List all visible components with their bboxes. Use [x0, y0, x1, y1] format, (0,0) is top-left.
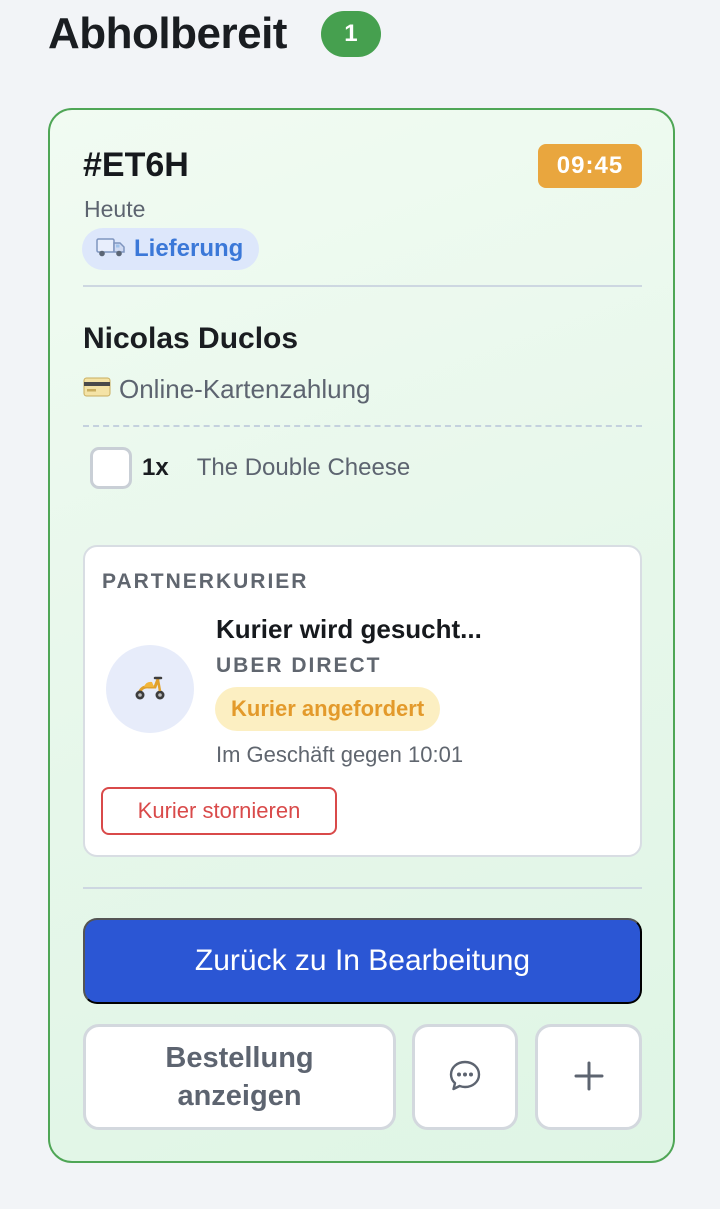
courier-section-title: PARTNERKURIER	[102, 570, 309, 593]
plus-icon	[573, 1060, 605, 1095]
courier-provider: UBER DIRECT	[216, 654, 382, 677]
dashed-divider	[83, 425, 642, 427]
list-item: 1x The Double Cheese	[90, 446, 410, 490]
courier-avatar	[106, 645, 194, 733]
section-title: Abholbereit	[48, 9, 287, 58]
courier-eta: Im Geschäft gegen 10:01	[216, 742, 464, 767]
order-card[interactable]: #ET6H 09:45 Heute Lieferung Nicolas Ducl…	[48, 108, 675, 1163]
order-count-badge: 1	[320, 11, 381, 57]
scooter-icon	[133, 672, 167, 707]
item-checkbox[interactable]	[90, 447, 132, 489]
view-order-button[interactable]: Bestellung anzeigen	[83, 1024, 396, 1130]
item-quantity: 1x	[142, 454, 169, 481]
item-name: The Double Cheese	[196, 454, 411, 481]
page: Abholbereit 1 #ET6H 09:45 Heute Lieferun…	[0, 0, 720, 1209]
back-to-processing-button[interactable]: Zurück zu In Bearbeitung	[83, 918, 642, 1004]
courier-status-badge: Kurier angefordert	[215, 687, 441, 731]
credit-card-icon	[83, 377, 111, 402]
divider	[83, 285, 642, 287]
payment-label: Online-Kartenzahlung	[119, 374, 371, 404]
order-type-pill: Lieferung	[82, 228, 260, 270]
order-day: Heute	[84, 196, 146, 222]
cancel-courier-button[interactable]: Kurier stornieren	[101, 787, 337, 835]
section-header: Abholbereit 1	[48, 6, 381, 62]
order-type-label: Lieferung	[134, 235, 244, 262]
courier-panel: PARTNERKURIER Kurier wird gesucht... UBE…	[83, 545, 642, 857]
view-order-label: Bestellung anzeigen	[165, 1042, 314, 1112]
add-button[interactable]	[535, 1024, 642, 1130]
divider	[83, 887, 642, 889]
truck-icon	[96, 236, 126, 263]
payment-method: Online-Kartenzahlung	[83, 374, 371, 405]
order-time-badge: 09:45	[538, 144, 642, 188]
customer-name: Nicolas Duclos	[83, 322, 299, 355]
order-id: #ET6H	[83, 146, 189, 184]
chat-button[interactable]	[412, 1024, 518, 1130]
chat-icon	[448, 1059, 482, 1096]
courier-status: Kurier wird gesucht...	[216, 614, 482, 644]
